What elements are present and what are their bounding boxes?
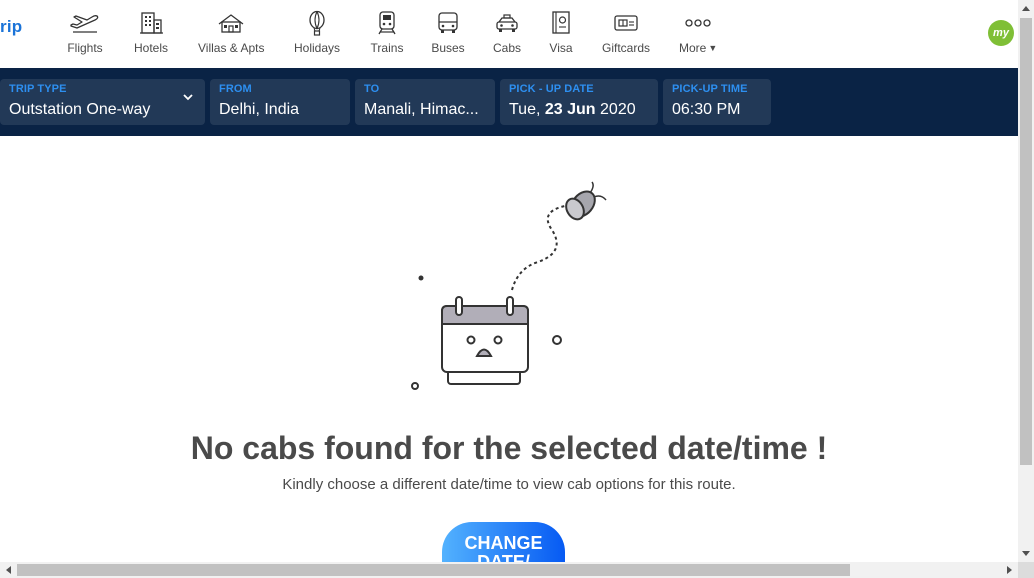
field-label: TRIP TYPE bbox=[9, 83, 67, 95]
holiday-balloon-icon bbox=[299, 10, 335, 36]
sad-calendar-illustration bbox=[411, 181, 607, 390]
hotel-icon bbox=[133, 10, 169, 36]
nav-label-more: More ▼ bbox=[679, 41, 717, 55]
field-value: 06:30 PM bbox=[672, 101, 741, 118]
nav-label: Hotels bbox=[133, 41, 168, 55]
trip-type-select[interactable]: TRIP TYPE Outstation One-way bbox=[0, 79, 205, 125]
nav-item-holidays[interactable]: Holidays bbox=[294, 10, 340, 60]
pickup-time-field[interactable]: PICK-UP TIME 06:30 PM bbox=[663, 79, 771, 125]
vertical-scrollbar[interactable] bbox=[1018, 0, 1034, 562]
date-day-month: 23 Jun bbox=[544, 101, 596, 118]
nav-item-giftcards[interactable]: Giftcards bbox=[602, 10, 650, 60]
flight-icon bbox=[67, 10, 103, 36]
field-label: PICK-UP TIME bbox=[672, 83, 748, 95]
scroll-up-icon[interactable] bbox=[1018, 0, 1034, 16]
nav-item-trains[interactable]: Trains bbox=[369, 10, 405, 60]
chevron-down-icon: ▼ bbox=[708, 43, 718, 53]
nav-item-flights[interactable]: Flights bbox=[67, 10, 103, 60]
nav-item-hotels[interactable]: Hotels bbox=[133, 10, 169, 60]
nav-label: Trains bbox=[370, 41, 404, 55]
nav-label: Cabs bbox=[492, 41, 521, 55]
train-icon bbox=[369, 10, 405, 36]
cab-icon bbox=[489, 10, 525, 36]
field-value: Delhi, India bbox=[219, 101, 300, 118]
horizontal-scrollbar[interactable] bbox=[0, 562, 1018, 578]
scroll-down-icon[interactable] bbox=[1018, 546, 1034, 562]
nav-label: Flights bbox=[67, 41, 103, 55]
bus-icon bbox=[430, 10, 466, 36]
giftcard-icon bbox=[608, 10, 644, 36]
field-value: Outstation One-way bbox=[9, 101, 151, 118]
nav-item-villas[interactable]: Villas & Apts bbox=[198, 10, 264, 60]
nav-label: Holidays bbox=[294, 41, 341, 55]
field-label: PICK - UP DATE bbox=[509, 83, 594, 95]
empty-state-headline: No cabs found for the selected date/time… bbox=[190, 430, 828, 466]
nav-label: Villas & Apts bbox=[198, 41, 265, 55]
field-label: TO bbox=[364, 83, 380, 95]
scrollbar-corner bbox=[1018, 562, 1034, 578]
field-label: FROM bbox=[219, 83, 252, 95]
field-value: Tue, 23 Jun 2020 bbox=[509, 100, 649, 120]
more-label: More bbox=[679, 41, 707, 55]
villa-icon bbox=[213, 10, 249, 36]
more-dots-icon bbox=[680, 10, 716, 36]
to-city-field[interactable]: TO Manali, Himac... bbox=[355, 79, 495, 125]
field-value: Manali, Himac... bbox=[364, 101, 479, 118]
brand-logo[interactable]: rip bbox=[0, 17, 22, 37]
top-navigation: rip Flights Hotels Villas & Apts Holiday… bbox=[0, 0, 1018, 68]
nav-label: Buses bbox=[431, 41, 465, 55]
fly-icon bbox=[565, 181, 607, 221]
empty-state-subline: Kindly choose a different date/time to v… bbox=[282, 476, 736, 493]
avatar[interactable]: my bbox=[988, 20, 1014, 46]
scroll-right-icon[interactable] bbox=[1002, 562, 1018, 578]
cab-search-bar: TRIP TYPE Outstation One-way FROM Delhi,… bbox=[0, 68, 1018, 136]
passport-icon bbox=[543, 10, 579, 36]
from-city-field[interactable]: FROM Delhi, India bbox=[210, 79, 350, 125]
scrollbar-thumb[interactable] bbox=[1020, 18, 1032, 465]
nav-item-cabs[interactable]: Cabs bbox=[489, 10, 525, 60]
nav-label: Giftcards bbox=[602, 41, 651, 55]
date-year: 2020 bbox=[600, 101, 636, 118]
date-weekday: Tue, bbox=[509, 101, 541, 118]
nav-item-more[interactable]: More ▼ bbox=[679, 10, 717, 60]
nav-item-buses[interactable]: Buses bbox=[430, 10, 466, 60]
chevron-down-icon bbox=[183, 94, 193, 101]
nav-item-visa[interactable]: Visa bbox=[543, 10, 579, 60]
nav-label: Visa bbox=[549, 41, 573, 55]
scroll-left-icon[interactable] bbox=[0, 562, 16, 578]
pickup-date-field[interactable]: PICK - UP DATE Tue, 23 Jun 2020 bbox=[500, 79, 658, 125]
scrollbar-thumb[interactable] bbox=[17, 564, 850, 576]
